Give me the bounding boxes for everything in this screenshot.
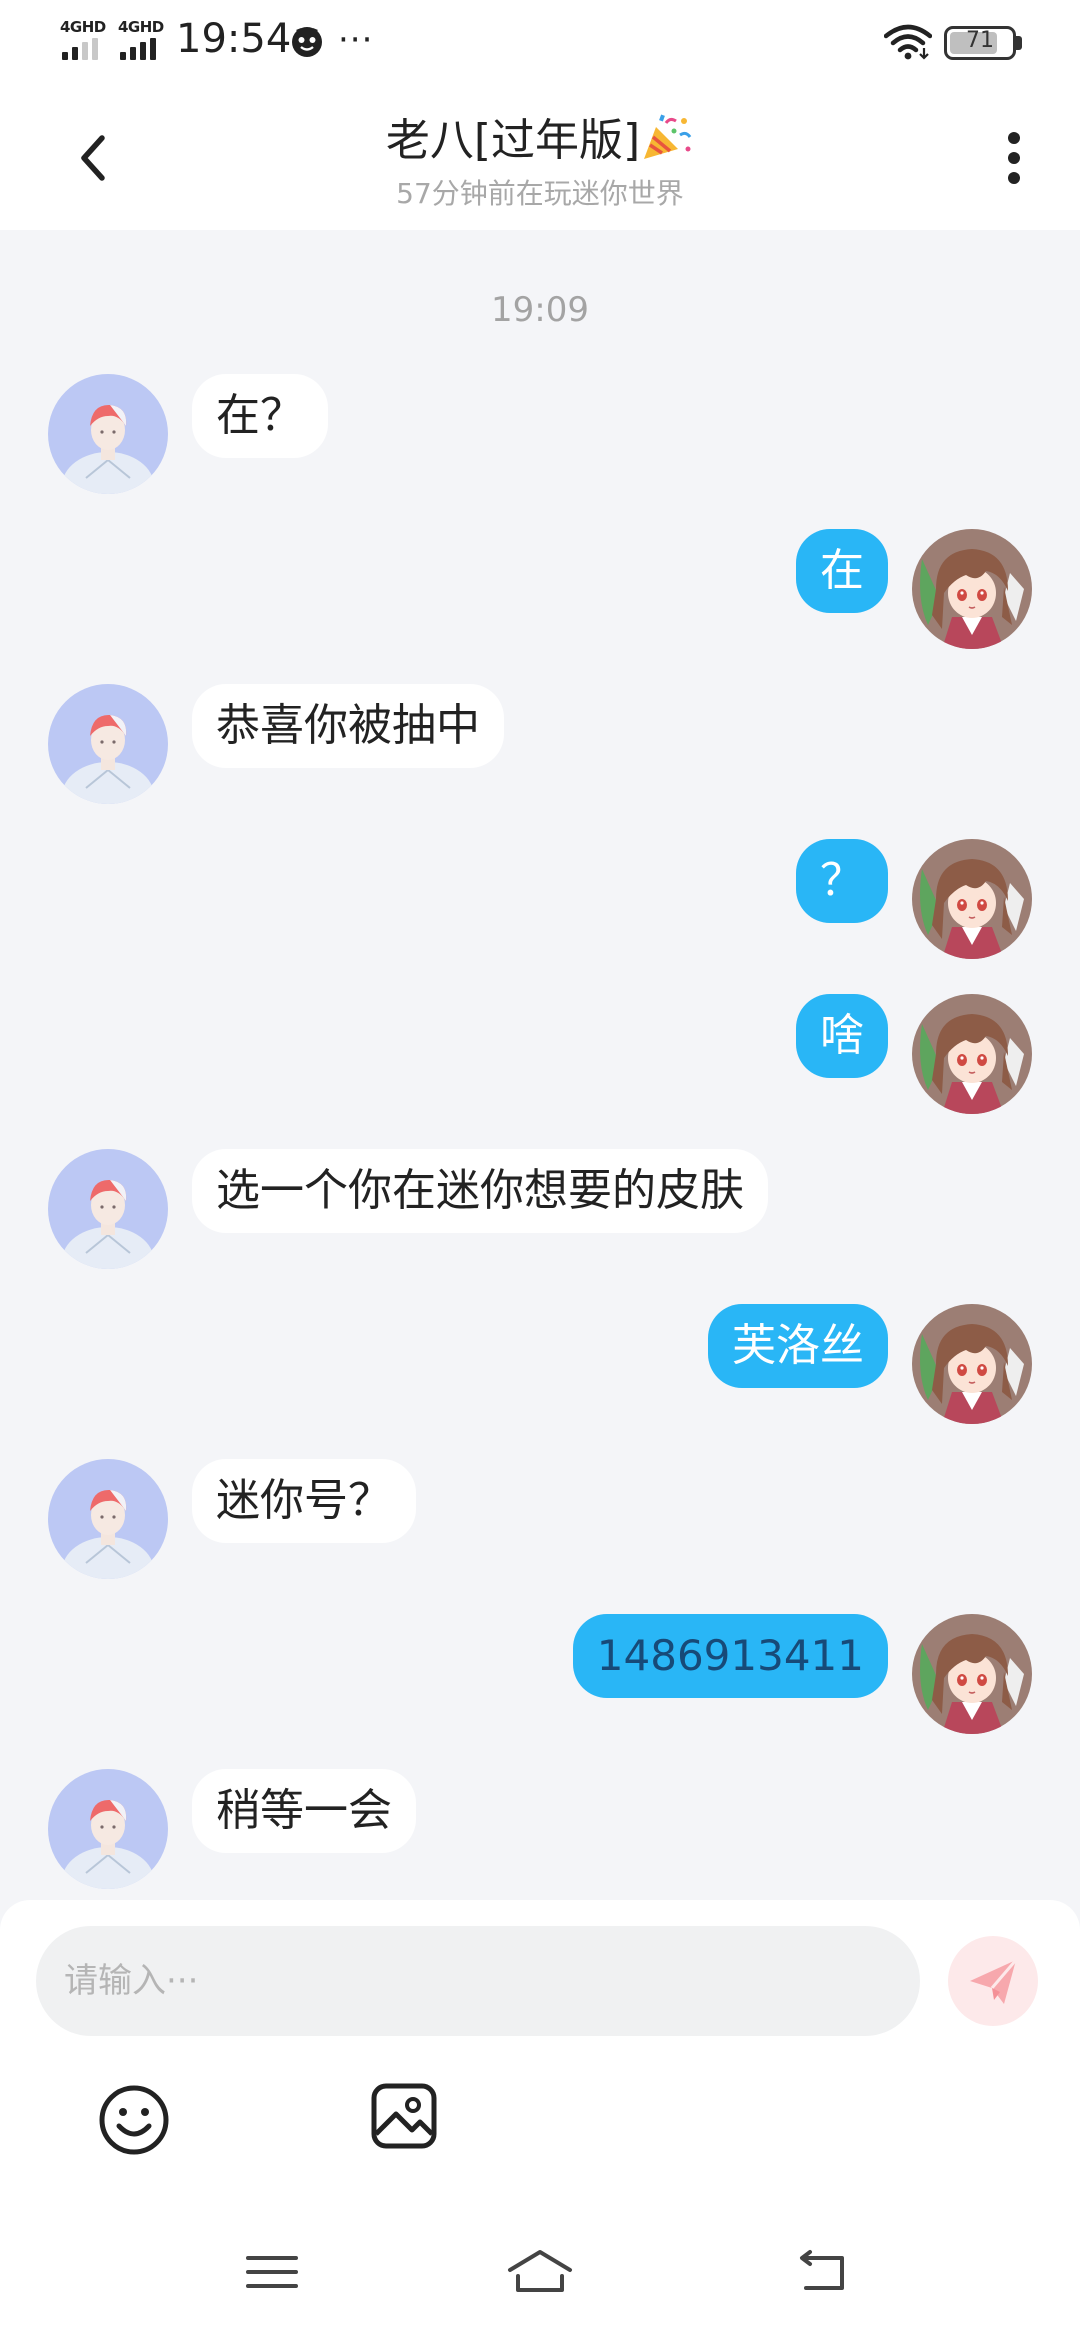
contact-avatar[interactable]: [48, 374, 168, 494]
message-input[interactable]: [36, 1926, 920, 2036]
message-bubble[interactable]: 选一个你在迷你想要的皮肤: [192, 1149, 768, 1233]
message-bubble[interactable]: 啥: [796, 994, 888, 1078]
home-button[interactable]: [506, 2244, 572, 2300]
outgoing-message: 1486913411: [0, 1614, 1080, 1736]
app-notification-icon: [292, 27, 322, 57]
outgoing-message: 在: [0, 529, 1080, 651]
paper-plane-icon: [970, 1959, 1018, 2004]
party-popper-icon: [644, 114, 692, 159]
menu-lines-icon: [246, 2256, 298, 2288]
message-bubble[interactable]: 稍等一会: [192, 1769, 416, 1853]
message-bubble[interactable]: 迷你号？: [192, 1459, 416, 1543]
back-arrow-icon: [800, 2250, 844, 2290]
user-avatar[interactable]: [912, 839, 1032, 959]
message-bubble[interactable]: 恭喜你被抽中: [192, 684, 504, 768]
outgoing-message: 芙洛丝: [0, 1304, 1080, 1426]
back-nav-button[interactable]: [792, 2244, 856, 2300]
incoming-message: 迷你号？: [0, 1459, 1080, 1581]
user-avatar[interactable]: [912, 994, 1032, 1114]
recent-apps-button[interactable]: [240, 2244, 304, 2300]
network-type-label: 4GHD: [60, 18, 106, 36]
network-type-label: 4GHD: [118, 18, 164, 36]
contact-status: 57分钟前在玩迷你世界: [396, 177, 684, 210]
contact-avatar[interactable]: [48, 1769, 168, 1889]
chevron-left-icon: [81, 135, 105, 181]
image-icon: [371, 2083, 437, 2149]
chat-header: 老八[过年版] 57分钟前在玩迷你世界: [0, 84, 1080, 230]
message-bubble[interactable]: 1486913411: [572, 1614, 888, 1698]
user-avatar[interactable]: [912, 1614, 1032, 1734]
contact-avatar[interactable]: [48, 684, 168, 804]
more-options-button[interactable]: [996, 122, 1032, 194]
home-icon: [508, 2250, 572, 2292]
status-time: 19:54: [176, 16, 292, 62]
status-bar: 4GHD 4GHD 19:54 ··· 71: [0, 0, 1080, 84]
message-list[interactable]: 19:09 在？ 在 恭喜你被抽中 ？ 啥 选一个你在迷你想要的皮肤 芙洛丝 迷…: [0, 230, 1080, 1900]
contact-avatar[interactable]: [48, 1149, 168, 1269]
message-bubble[interactable]: 在？: [192, 374, 328, 458]
message-timestamp: 19:09: [491, 290, 589, 330]
incoming-message: 在？: [0, 374, 1080, 496]
contact-info[interactable]: 老八[过年版] 57分钟前在玩迷你世界: [240, 104, 840, 212]
incoming-message: 恭喜你被抽中: [0, 684, 1080, 806]
image-button[interactable]: [370, 2082, 438, 2150]
contact-avatar[interactable]: [48, 1459, 168, 1579]
smiley-icon: [99, 2085, 169, 2155]
emoji-button[interactable]: [96, 2082, 172, 2158]
user-avatar[interactable]: [912, 529, 1032, 649]
message-bubble[interactable]: 芙洛丝: [708, 1304, 888, 1388]
battery-indicator: 71: [944, 26, 1022, 60]
chat-screen: 4GHD 4GHD 19:54 ··· 71 老八[过年版] 57分钟前在玩迷你…: [0, 0, 1080, 2340]
message-bubble[interactable]: ？: [796, 839, 888, 923]
incoming-message: 选一个你在迷你想要的皮肤: [0, 1149, 1080, 1271]
more-notifications-indicator: ···: [338, 20, 374, 60]
contact-name-row: 老八[过年版]: [240, 104, 840, 168]
system-navigation-bar: [0, 2220, 1080, 2340]
outgoing-message: ？: [0, 839, 1080, 961]
outgoing-message: 啥: [0, 994, 1080, 1116]
user-avatar[interactable]: [912, 1304, 1032, 1424]
back-button[interactable]: [62, 122, 134, 194]
wifi-icon: [884, 24, 932, 60]
message-bubble[interactable]: 在: [796, 529, 888, 613]
incoming-message: 稍等一会: [0, 1769, 1080, 1891]
contact-name: 老八[过年版]: [385, 115, 641, 166]
signal-bars-icon: [62, 38, 102, 60]
battery-level: 71: [966, 28, 994, 53]
signal-bars-icon: [120, 38, 160, 60]
send-button[interactable]: [948, 1936, 1038, 2026]
